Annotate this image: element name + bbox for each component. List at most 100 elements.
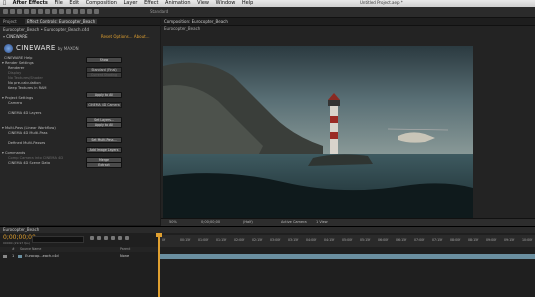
time-ruler[interactable]: 0f 00:15f 01:00f 01:15f 02:00f 02:15f 03:00f 03… bbox=[160, 235, 535, 247]
ruler-tick-label: 03:00f bbox=[270, 238, 281, 242]
ruler-tick-label: 08:00f bbox=[450, 238, 461, 242]
param-label: CINEMA 4D Scene Data bbox=[8, 161, 51, 165]
timeline-timecode[interactable]: 0;00;00;00 bbox=[3, 234, 36, 241]
views-select[interactable]: 1 View bbox=[316, 219, 328, 226]
pan-behind-tool-icon[interactable] bbox=[38, 9, 43, 14]
layer-parent-select[interactable]: None bbox=[120, 254, 129, 259]
menu-effect[interactable]: Effect bbox=[144, 0, 158, 7]
menu-help[interactable]: Help bbox=[242, 0, 253, 7]
apple-icon[interactable]:  bbox=[3, 0, 6, 7]
tools-toolbar: Standard bbox=[0, 7, 535, 18]
menu-composition[interactable]: Composition bbox=[86, 0, 117, 7]
ruler-tick-label: 02:15f bbox=[252, 238, 263, 242]
composition-panel: Composition: Eurocopter_Beach Eurocopter… bbox=[161, 18, 535, 229]
tab-effect-controls[interactable]: Effect Controls: Eurocopter_Beach bbox=[24, 19, 98, 24]
menu-layer[interactable]: Layer bbox=[124, 0, 138, 7]
layer-index: 1 bbox=[12, 254, 15, 258]
effect-name: CINEWARE bbox=[6, 34, 28, 39]
ruler-tick-label: 07:15f bbox=[432, 238, 443, 242]
logo-text: CINEWARE bbox=[16, 44, 56, 52]
layer-search-input[interactable] bbox=[32, 236, 84, 243]
type-tool-icon[interactable] bbox=[59, 9, 64, 14]
clone-tool-icon[interactable] bbox=[73, 9, 78, 14]
ruler-tick-label: 05:15f bbox=[360, 238, 371, 242]
composition-mini-flowchart-icon[interactable] bbox=[90, 236, 94, 240]
comp-timecode[interactable]: 0;00;00;00 bbox=[201, 219, 220, 226]
menu-bar:  After Effects File Edit Composition La… bbox=[0, 0, 535, 7]
graph-editor-icon[interactable] bbox=[125, 236, 129, 240]
ruler-tick-label: 0f bbox=[162, 238, 166, 242]
menu-file[interactable]: File bbox=[54, 0, 62, 7]
effect-param-row: CINEMA 4D Scene Data Extract bbox=[0, 161, 160, 168]
layer-name[interactable]: Eurocop...each.c4d bbox=[25, 254, 58, 258]
ruler-tick-label: 04:15f bbox=[324, 238, 335, 242]
eraser-tool-icon[interactable] bbox=[80, 9, 85, 14]
tab-project[interactable]: Project bbox=[3, 19, 17, 24]
ruler-tick-label: 07:00f bbox=[414, 238, 425, 242]
collapse-icon[interactable]: ▾ bbox=[3, 34, 5, 39]
maxon-logo-icon bbox=[4, 43, 13, 53]
ruler-tick-label: 00:15f bbox=[180, 238, 191, 242]
effect-panel-tabs: Project Effect Controls: Eurocopter_Beac… bbox=[0, 18, 160, 26]
tab-composition[interactable]: Composition: Eurocopter_Beach bbox=[164, 19, 228, 24]
ruler-tick-label: 09:15f bbox=[504, 238, 515, 242]
layer-column-headers: # Source Name Parent bbox=[0, 247, 160, 252]
param-button[interactable]: Extract bbox=[86, 161, 122, 168]
about-link[interactable]: About... bbox=[134, 34, 150, 39]
col-source-name: Source Name bbox=[20, 247, 42, 251]
ruler-tick-label: 10:00f bbox=[522, 238, 533, 242]
effect-controls-panel: Project Effect Controls: Eurocopter_Beac… bbox=[0, 18, 160, 225]
options-link[interactable]: Options... bbox=[113, 34, 132, 39]
rotate-tool-icon[interactable] bbox=[24, 9, 29, 14]
ruler-tick-label: 05:00f bbox=[342, 238, 353, 242]
rendered-scene-image bbox=[163, 46, 473, 229]
col-parent: Parent bbox=[120, 247, 131, 251]
breadcrumb: Eurocopter_Beach • Eurocopter_Beach.c4d bbox=[3, 27, 90, 32]
shy-layers-icon[interactable] bbox=[104, 236, 108, 240]
ruler-tick-label: 01:00f bbox=[198, 238, 209, 242]
ruler-tick-label: 01:15f bbox=[216, 238, 227, 242]
resolution-select[interactable]: (Half) bbox=[243, 219, 253, 226]
col-index: # bbox=[12, 247, 15, 251]
layer-duration-bar[interactable] bbox=[160, 254, 535, 259]
camera-tool-icon[interactable] bbox=[31, 9, 36, 14]
fps-note: 00000 (29.97 fps) bbox=[3, 241, 30, 245]
menu-edit[interactable]: Edit bbox=[69, 0, 79, 7]
reset-link[interactable]: Reset bbox=[101, 34, 112, 39]
composition-viewer[interactable] bbox=[163, 46, 473, 229]
ruler-tick-label: 02:00f bbox=[234, 238, 245, 242]
ruler-tick-label: 06:00f bbox=[378, 238, 389, 242]
visibility-eye-icon[interactable] bbox=[3, 255, 7, 258]
current-time-indicator[interactable] bbox=[156, 233, 162, 297]
ruler-tick-label: 06:15f bbox=[396, 238, 407, 242]
effect-header: ▾ CINEWARE Reset Options... About... bbox=[0, 33, 160, 40]
zoom-select[interactable]: 50% bbox=[169, 219, 177, 226]
motion-blur-icon[interactable] bbox=[118, 236, 122, 240]
app-menu[interactable]: After Effects bbox=[13, 0, 48, 7]
zoom-tool-icon[interactable] bbox=[17, 9, 22, 14]
selection-tool-icon[interactable] bbox=[3, 9, 8, 14]
ruler-tick-label: 04:00f bbox=[306, 238, 317, 242]
effect-parameter-list: CINEWARE Help Show ▾ Render Settings Render… bbox=[0, 56, 160, 168]
menu-view[interactable]: View bbox=[197, 0, 209, 7]
pen-tool-icon[interactable] bbox=[52, 9, 57, 14]
camera-select[interactable]: Active Camera bbox=[281, 219, 307, 226]
composition-tabs: Composition: Eurocopter_Beach bbox=[161, 18, 535, 26]
ruler-tick-label: 08:15f bbox=[468, 238, 479, 242]
layer-label-color[interactable] bbox=[18, 254, 22, 258]
brush-tool-icon[interactable] bbox=[66, 9, 71, 14]
roto-brush-icon[interactable] bbox=[87, 9, 92, 14]
hand-tool-icon[interactable] bbox=[10, 9, 15, 14]
mask-tool-icon[interactable] bbox=[45, 9, 50, 14]
workspace-label[interactable]: Standard bbox=[150, 9, 168, 14]
puppet-tool-icon[interactable] bbox=[94, 9, 99, 14]
layer-row[interactable]: 1 Eurocop...each.c4d None bbox=[0, 254, 160, 259]
comp-breadcrumb[interactable]: Eurocopter_Beach bbox=[161, 26, 535, 32]
logo-subtext: by MAXON bbox=[57, 45, 79, 51]
menu-animation[interactable]: Animation bbox=[165, 0, 191, 7]
window-title: Untitled Project.aep * bbox=[360, 0, 403, 5]
frame-blending-icon[interactable] bbox=[111, 236, 115, 240]
menu-window[interactable]: Window bbox=[216, 0, 236, 7]
ruler-tick-label: 03:15f bbox=[288, 238, 299, 242]
draft-3d-icon[interactable] bbox=[97, 236, 101, 240]
